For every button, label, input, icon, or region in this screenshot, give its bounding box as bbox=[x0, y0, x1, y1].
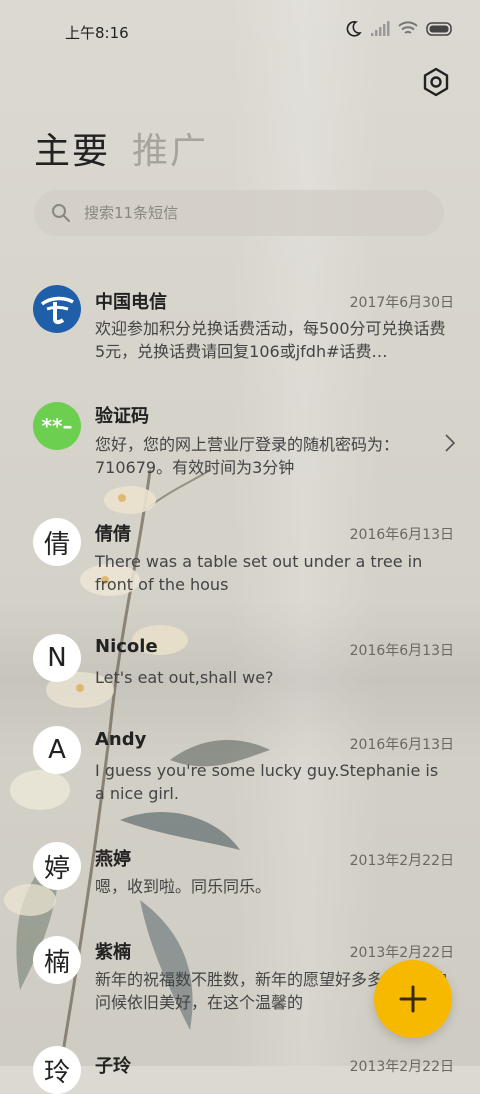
wifi-icon bbox=[398, 21, 418, 34]
message-snippet: There was a table set out under a tree i… bbox=[95, 552, 423, 594]
message-snippet: Let's eat out,shall we? bbox=[95, 668, 274, 687]
message-date: 2016年6月13日 bbox=[349, 527, 454, 543]
avatar: 婷 bbox=[33, 842, 81, 890]
avatar: N bbox=[33, 634, 81, 682]
message-snippet: I guess you're some lucky guy.Stephanie … bbox=[95, 761, 439, 803]
contact-name: 燕婷 bbox=[95, 849, 131, 870]
tab-bar: 主要 推广 bbox=[34, 122, 208, 174]
avatar: 倩 bbox=[33, 518, 81, 566]
message-date: 2013年2月22日 bbox=[349, 945, 454, 961]
status-time: 上午8:16 bbox=[65, 24, 129, 42]
settings-icon[interactable] bbox=[420, 66, 452, 98]
message-snippet: 欢迎参加积分兑换话费活动，每500分可兑换话费5元，兑换话费请回复106或jfd… bbox=[95, 319, 446, 361]
contact-name: Nicole bbox=[95, 636, 158, 657]
tab-primary[interactable]: 主要 bbox=[34, 122, 110, 174]
contact-name: Andy bbox=[95, 729, 147, 750]
message-date: 2016年6月13日 bbox=[349, 737, 454, 753]
search-input[interactable] bbox=[82, 203, 406, 223]
avatar: 玲 bbox=[33, 1046, 81, 1094]
compose-button[interactable] bbox=[374, 960, 452, 1038]
avatar: **– bbox=[33, 402, 81, 450]
avatar: 楠 bbox=[33, 936, 81, 984]
search-bar[interactable] bbox=[34, 190, 444, 236]
contact-name: 验证码 bbox=[95, 406, 149, 427]
chevron-right-icon[interactable] bbox=[444, 433, 456, 453]
moon-icon bbox=[346, 21, 362, 37]
status-bar: 上午8:16 bbox=[0, 0, 480, 62]
avatar: A bbox=[33, 726, 81, 774]
battery-icon bbox=[426, 22, 452, 36]
status-icons bbox=[344, 20, 454, 38]
contact-name: 中国电信 bbox=[95, 292, 167, 313]
tab-promotions[interactable]: 推广 bbox=[132, 122, 208, 174]
message-snippet: 嗯，收到啦。同乐同乐。 bbox=[95, 877, 272, 896]
plus-icon bbox=[399, 985, 427, 1013]
message-date: 2017年6月30日 bbox=[349, 295, 454, 311]
signal-icon bbox=[371, 21, 390, 36]
message-date: 2013年2月22日 bbox=[349, 1059, 454, 1075]
contact-name: 紫楠 bbox=[95, 942, 131, 963]
message-date: 2016年6月13日 bbox=[349, 643, 454, 659]
search-icon bbox=[52, 204, 70, 222]
message-snippet: 您好，您的网上营业厅登录的随机密码为：710679。有效时间为3分钟 bbox=[95, 435, 400, 477]
contact-name: 倩倩 bbox=[95, 524, 131, 545]
contact-name: 子玲 bbox=[95, 1056, 131, 1077]
message-date: 2013年2月22日 bbox=[349, 853, 454, 869]
telecom-logo-icon bbox=[33, 285, 81, 333]
avatar bbox=[33, 285, 81, 333]
